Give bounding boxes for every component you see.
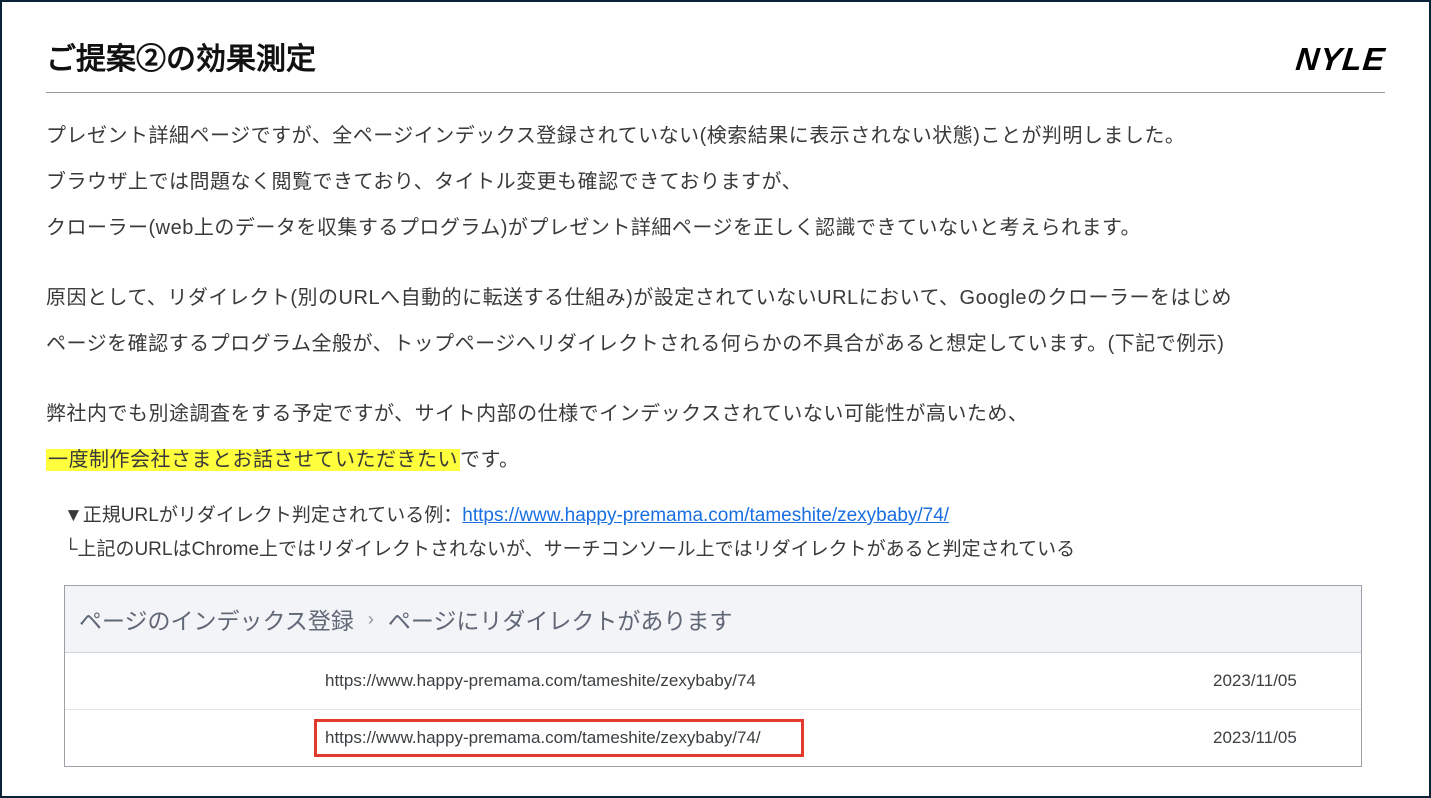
breadcrumb-item: ページのインデックス登録 [79, 602, 354, 636]
example-url-link[interactable]: https://www.happy-premama.com/tameshite/… [462, 505, 949, 526]
slide: ご提案②の効果測定 NYLE プレゼント詳細ページですが、全ページインデックス登… [0, 0, 1431, 798]
row-pad [65, 653, 325, 709]
page-title: ご提案②の効果測定 [46, 34, 316, 78]
example-line: ▼正規URLがリダイレクト判定されている例：https://www.happy-… [64, 499, 1385, 533]
paragraph-tail: です。 [460, 449, 520, 471]
row-date: 2023/11/05 [1213, 671, 1361, 691]
row-date: 2023/11/05 [1213, 728, 1361, 748]
title-divider [46, 92, 1385, 93]
example-block: ▼正規URLがリダイレクト判定されている例：https://www.happy-… [64, 499, 1385, 567]
paragraph: 弊社内でも別途調査をする予定ですが、サイト内部の仕様でインデックスされていない可… [46, 395, 1385, 433]
example-note: └上記のURLはChrome上ではリダイレクトされないが、サーチコンソール上では… [64, 533, 1385, 567]
example-prefix: ▼正規URLがリダイレクト判定されている例： [64, 505, 462, 526]
chevron-right-icon: › [368, 609, 374, 630]
paragraph: プレゼント詳細ページですが、全ページインデックス登録されていない(検索結果に表示… [46, 117, 1385, 155]
paragraph: ページを確認するプログラム全般が、トップページへリダイレクトされる何らかの不具合… [46, 325, 1385, 363]
brand-logo: NYLE [1294, 41, 1387, 78]
row-url: https://www.happy-premama.com/tameshite/… [325, 671, 1213, 691]
header: ご提案②の効果測定 NYLE [46, 34, 1385, 78]
paragraph: 一度制作会社さまとお話させていただきたいです。 [46, 441, 1385, 479]
table-row: https://www.happy-premama.com/tameshite/… [65, 653, 1361, 710]
body-copy: プレゼント詳細ページですが、全ページインデックス登録されていない(検索結果に表示… [46, 117, 1385, 479]
search-console-panel: ページのインデックス登録 › ページにリダイレクトがあります https://w… [64, 585, 1362, 767]
table-row: https://www.happy-premama.com/tameshite/… [65, 710, 1361, 766]
row-url-highlighted: https://www.happy-premama.com/tameshite/… [317, 722, 801, 754]
breadcrumb-item: ページにリダイレクトがあります [388, 602, 733, 636]
highlighted-text: 一度制作会社さまとお話させていただきたい [46, 449, 460, 471]
breadcrumb: ページのインデックス登録 › ページにリダイレクトがあります [65, 586, 1361, 653]
paragraph: クローラー(web上のデータを収集するプログラム)がプレゼント詳細ページを正しく… [46, 209, 1385, 247]
paragraph: 原因として、リダイレクト(別のURLへ自動的に転送する仕組み)が設定されていない… [46, 279, 1385, 317]
row-pad [65, 710, 325, 766]
paragraph: ブラウザ上では問題なく閲覧できており、タイトル変更も確認できておりますが、 [46, 163, 1385, 201]
